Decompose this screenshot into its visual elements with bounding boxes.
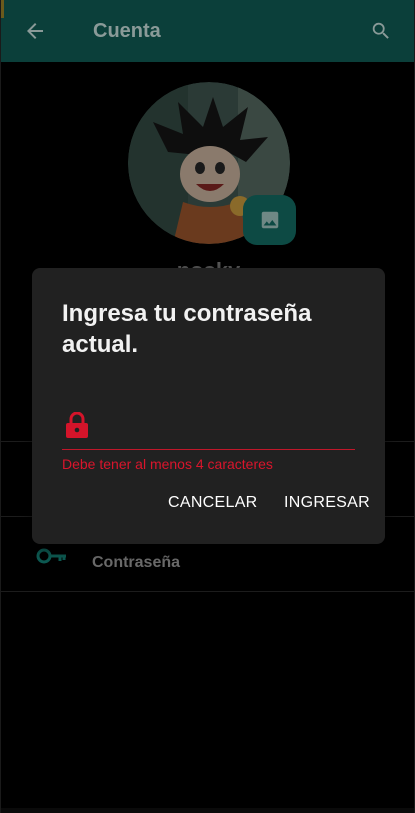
app-bar: Cuenta	[1, 0, 414, 62]
bottom-bar	[1, 808, 414, 813]
status-indicator	[1, 0, 4, 18]
settings-item-label: Contraseña	[92, 554, 181, 571]
lock-icon	[66, 412, 88, 438]
key-icon	[36, 548, 66, 564]
password-dialog: Ingresa tu contraseña actual. Debe tener…	[32, 268, 385, 544]
search-icon[interactable]	[370, 20, 392, 42]
cancel-button[interactable]: CANCELAR	[168, 494, 258, 512]
change-photo-button[interactable]	[243, 195, 296, 245]
error-message: Debe tener al menos 4 caracteres	[62, 456, 273, 472]
input-underline	[62, 449, 355, 450]
password-input[interactable]	[100, 414, 359, 444]
image-icon	[261, 211, 278, 229]
submit-button[interactable]: INGRESAR	[284, 494, 370, 512]
phone-screen: Cuenta nosky	[0, 0, 415, 813]
arrow-back-icon[interactable]	[23, 19, 47, 43]
divider	[1, 591, 414, 592]
dialog-title: Ingresa tu contraseña actual.	[62, 300, 312, 358]
page-title: Cuenta	[93, 20, 161, 42]
